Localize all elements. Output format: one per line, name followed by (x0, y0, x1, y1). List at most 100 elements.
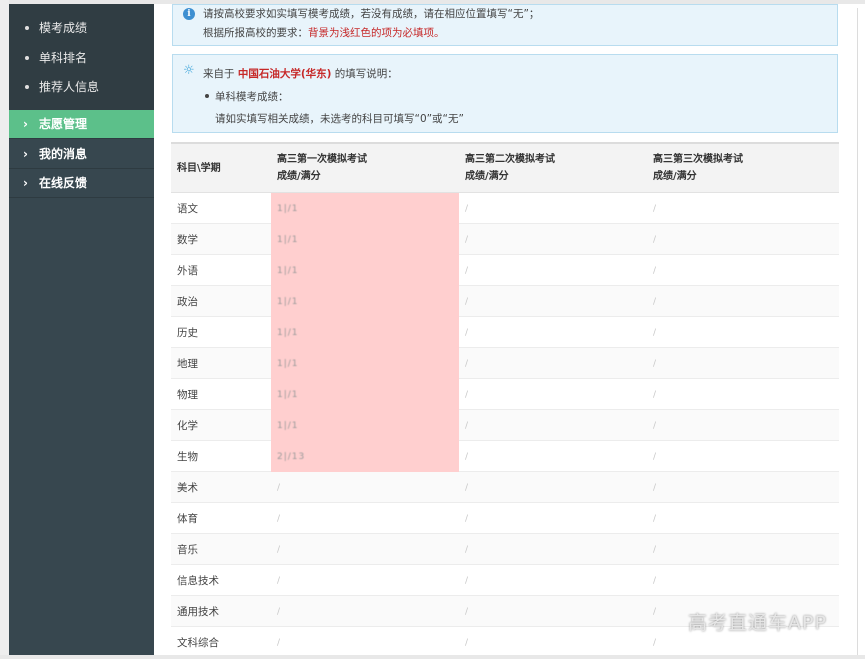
content-edge (857, 8, 858, 659)
score-value: / (653, 297, 657, 307)
score-input-cell[interactable]: / (459, 347, 647, 379)
score-input-cell[interactable]: / (459, 285, 647, 317)
score-input-cell[interactable]: / (647, 223, 839, 255)
sidebar-item-application-management[interactable]: › 志愿管理 (9, 110, 154, 139)
score-input-cell[interactable]: / (459, 378, 647, 410)
school-name: 中国石油大学(华东) (237, 68, 332, 80)
score-input-cell[interactable]: / (647, 409, 839, 441)
score-input-cell[interactable]: / (647, 254, 839, 286)
score-value: / (277, 514, 281, 524)
score-input-cell[interactable]: 1|/1 (271, 192, 459, 224)
score-input-cell[interactable]: 1|/1 (271, 223, 459, 255)
score-input-cell[interactable]: 1|/1 (271, 409, 459, 441)
table-row: 外语 1|/1 / / (171, 254, 839, 286)
bullet-dot-icon (205, 94, 209, 98)
score-value: 1|/1 (277, 328, 299, 338)
subject-cell: 物理 (171, 378, 271, 410)
watermark: 高考直通车APP (688, 612, 827, 634)
score-input-cell[interactable]: / (647, 378, 839, 410)
score-value: 1|/1 (277, 235, 299, 245)
score-input-cell[interactable]: / (459, 254, 647, 286)
bottom-border (0, 655, 865, 659)
sidebar-item-online-feedback[interactable]: › 在线反馈 (9, 169, 154, 198)
score-value: 1|/1 (277, 359, 299, 369)
header-line: 成绩/满分 (465, 171, 509, 182)
table-row: 体育 / / / (171, 502, 839, 534)
score-value: / (465, 514, 469, 524)
score-input-cell[interactable]: / (459, 223, 647, 255)
score-input-cell[interactable]: / (459, 564, 647, 596)
score-input-cell[interactable]: / (647, 347, 839, 379)
column-header: 高三第一次模拟考试 成绩/满分 (271, 142, 459, 193)
score-value: / (653, 638, 657, 648)
score-input-cell[interactable]: / (647, 502, 839, 534)
score-input-cell[interactable]: / (459, 626, 647, 658)
score-input-cell[interactable]: / (647, 285, 839, 317)
score-input-cell[interactable]: / (271, 626, 459, 658)
sidebar-item-mock-scores[interactable]: 模考成绩 (9, 14, 154, 42)
score-value: / (653, 266, 657, 276)
score-input-cell[interactable]: 1|/1 (271, 316, 459, 348)
score-input-cell[interactable]: / (459, 409, 647, 441)
table-row: 历史 1|/1 / / (171, 316, 839, 348)
score-input-cell[interactable]: / (459, 533, 647, 565)
score-value: / (465, 235, 469, 245)
score-input-cell[interactable]: / (271, 502, 459, 534)
header-line: 成绩/满分 (653, 171, 697, 182)
score-input-cell[interactable]: 1|/1 (271, 285, 459, 317)
table-row: 数学 1|/1 / / (171, 223, 839, 255)
score-value: / (465, 545, 469, 555)
table-row: 音乐 / / / (171, 533, 839, 565)
main-content: i 请按高校要求如实填写模考成绩，若没有成绩，请在相应位置填写“无”； 根据所报… (154, 4, 858, 659)
score-input-cell[interactable]: / (647, 192, 839, 224)
subject-cell: 美术 (171, 471, 271, 503)
subject-cell: 政治 (171, 285, 271, 317)
score-input-cell[interactable]: / (459, 192, 647, 224)
subject-cell: 音乐 (171, 533, 271, 565)
score-value: / (653, 607, 657, 617)
score-value: 1|/1 (277, 266, 299, 276)
score-input-cell[interactable]: / (647, 564, 839, 596)
table-row: 美术 / / / (171, 471, 839, 503)
score-value: / (277, 607, 281, 617)
subject-cell: 外语 (171, 254, 271, 286)
info-icon: i (183, 8, 195, 20)
score-value: 1|/1 (277, 297, 299, 307)
sidebar-item-referrer-info[interactable]: 推荐人信息 (9, 73, 154, 101)
subject-cell: 地理 (171, 347, 271, 379)
chevron-right-icon: › (23, 117, 28, 131)
sidebar-item-my-messages[interactable]: › 我的消息 (9, 140, 154, 169)
score-input-cell[interactable]: / (459, 471, 647, 503)
score-input-cell[interactable]: 1|/1 (271, 254, 459, 286)
score-value: / (653, 483, 657, 493)
score-input-cell[interactable]: / (271, 595, 459, 627)
chevron-right-icon: › (23, 176, 28, 190)
score-input-cell[interactable]: / (459, 595, 647, 627)
score-input-cell[interactable]: / (459, 440, 647, 472)
score-value: / (277, 483, 281, 493)
table-row: 信息技术 / / / (171, 564, 839, 596)
score-input-cell[interactable]: 2|/13 (271, 440, 459, 472)
score-input-cell[interactable]: / (459, 502, 647, 534)
score-value: / (653, 328, 657, 338)
score-input-cell[interactable]: / (459, 316, 647, 348)
score-input-cell[interactable]: / (271, 471, 459, 503)
sidebar-subpanel: 模考成绩 单科排名 推荐人信息 (9, 4, 154, 110)
subject-cell: 体育 (171, 502, 271, 534)
score-input-cell[interactable]: / (647, 440, 839, 472)
score-input-cell[interactable]: / (647, 316, 839, 348)
sidebar-item-label: 志愿管理 (39, 117, 88, 131)
score-input-cell[interactable]: / (647, 533, 839, 565)
sidebar-item-subject-ranking[interactable]: 单科排名 (9, 44, 154, 72)
score-input-cell[interactable]: 1|/1 (271, 347, 459, 379)
score-input-cell[interactable]: 1|/1 (271, 378, 459, 410)
score-value: / (277, 545, 281, 555)
table-corner-header: 科目\学期 (171, 142, 271, 193)
subject-cell: 信息技术 (171, 564, 271, 596)
score-input-cell[interactable]: / (271, 564, 459, 596)
school-instructions-notice: ☼ 来自于 中国石油大学(华东) 的填写说明： 单科模考成绩： 请如实填写相关成… (172, 54, 838, 133)
score-input-cell[interactable]: / (271, 533, 459, 565)
notice-detail: 请如实填写相关成绩，未选考的科目可填写“0”或“无” (215, 113, 464, 125)
score-value: 2|/13 (277, 452, 306, 462)
score-input-cell[interactable]: / (647, 471, 839, 503)
